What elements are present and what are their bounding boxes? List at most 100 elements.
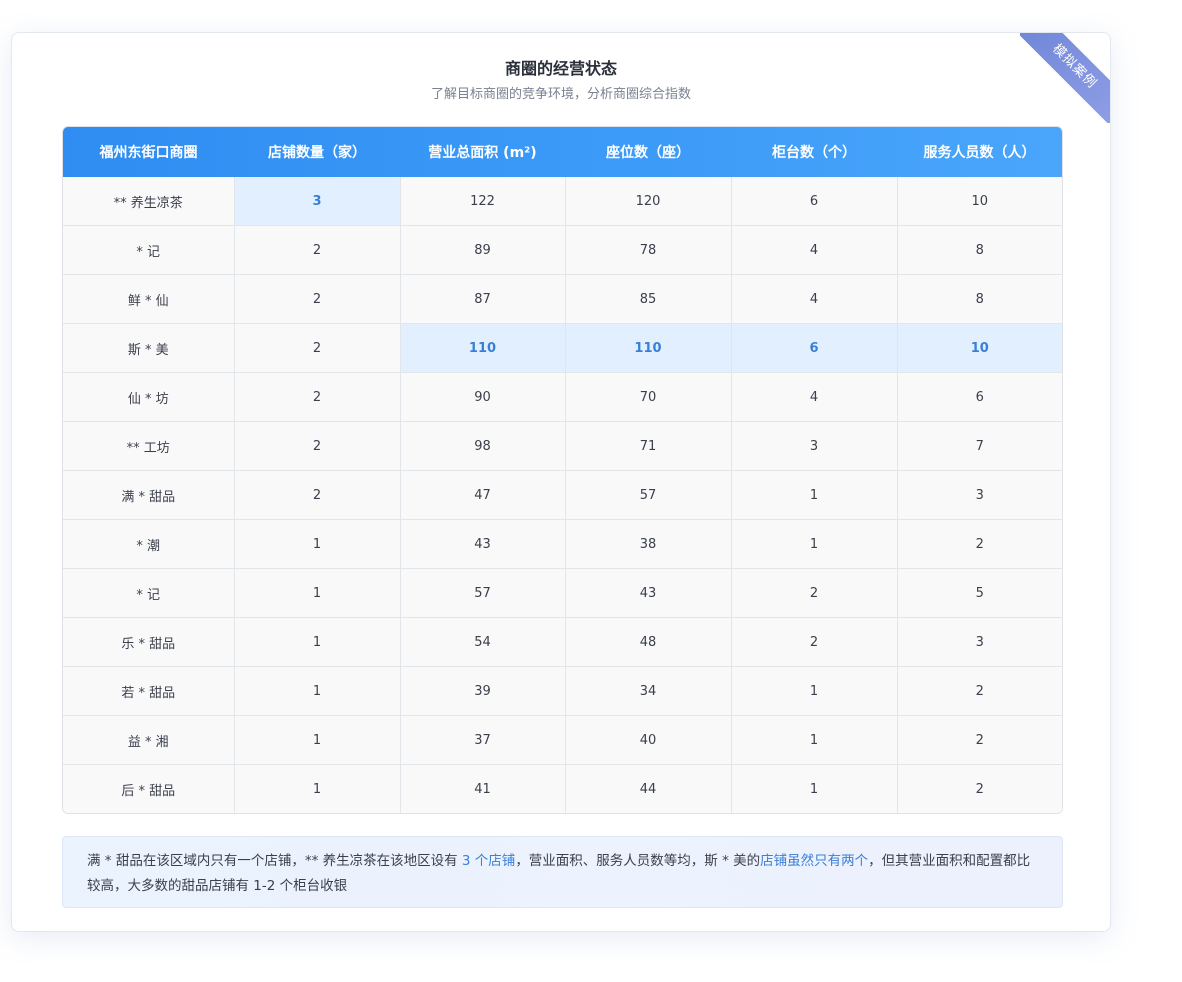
table-cell: 3 <box>234 177 401 226</box>
table-row: 若 * 甜品 1 39 34 1 2 <box>63 666 1062 716</box>
table-cell: 1 <box>731 764 898 813</box>
table-cell: 6 <box>731 177 898 226</box>
table-cell: 2 <box>731 568 898 618</box>
table-cell: 40 <box>565 715 732 765</box>
table-cell: 43 <box>565 568 732 618</box>
table-cell: 2 <box>234 323 401 373</box>
note-text: ，营业面积、服务人员数等均，斯 * 美的 <box>515 853 761 869</box>
table-row: 鲜 * 仙 2 87 85 4 8 <box>63 274 1062 324</box>
table-cell: ** 养生凉茶 <box>63 177 235 226</box>
table-cell: 1 <box>731 666 898 716</box>
table-cell: 2 <box>897 715 1062 765</box>
page-subtitle: 了解目标商圈的竞争环境，分析商圈综合指数 <box>430 87 691 102</box>
table-cell: 78 <box>565 225 732 275</box>
table-cell: * 潮 <box>63 519 235 569</box>
table-cell: 1 <box>234 568 401 618</box>
business-status-card: 模拟案例 商圈的经营状态 了解目标商圈的竞争环境，分析商圈综合指数 福州东街口商… <box>11 32 1111 932</box>
table-cell: 37 <box>400 715 566 765</box>
table-row: ** 养生凉茶 3 122 120 6 10 <box>63 177 1062 226</box>
table-row: 斯 * 美 2 110 110 6 10 <box>63 323 1062 373</box>
table-cell: 鲜 * 仙 <box>63 274 235 324</box>
table-cell: 54 <box>400 617 566 667</box>
table-cell: 85 <box>565 274 732 324</box>
table-cell: 6 <box>731 323 898 373</box>
table-row: 满 * 甜品 2 47 57 1 3 <box>63 470 1062 520</box>
table-row: * 潮 1 43 38 1 2 <box>63 519 1062 569</box>
page-title: 商圈的经营状态 <box>504 59 617 78</box>
table-cell: 1 <box>234 715 401 765</box>
table-cell: 10 <box>897 323 1062 373</box>
header-area: 营业总面积 (m²) <box>428 145 537 161</box>
table-cell: 2 <box>897 519 1062 569</box>
table-cell: 5 <box>897 568 1062 618</box>
summary-note: 满 * 甜品在该区域内只有一个店铺，** 养生凉茶在该地区设有 3 个店铺，营业… <box>62 836 1063 908</box>
header-counters: 柜台数（个） <box>772 145 856 161</box>
table-row: 益 * 湘 1 37 40 1 2 <box>63 715 1062 765</box>
table-cell: 满 * 甜品 <box>63 470 235 520</box>
table-cell: 70 <box>565 372 732 422</box>
table-row: 仙 * 坊 2 90 70 4 6 <box>63 372 1062 422</box>
table-cell: * 记 <box>63 568 235 618</box>
table-cell: 87 <box>400 274 566 324</box>
table-cell: ** 工坊 <box>63 421 235 471</box>
table-cell: 47 <box>400 470 566 520</box>
table-row: * 记 1 57 43 2 5 <box>63 568 1062 618</box>
note-highlight-store-count: 3 个店铺 <box>461 853 516 869</box>
table-cell: 41 <box>400 764 566 813</box>
business-table-container: 福州东街口商圈 店铺数量（家） 营业总面积 (m²) 座位数（座） 柜台数（个）… <box>62 126 1063 814</box>
table-cell: 7 <box>897 421 1062 471</box>
table-cell: 57 <box>565 470 732 520</box>
table-cell: 57 <box>400 568 566 618</box>
table-cell: 3 <box>731 421 898 471</box>
table-header-row: 福州东街口商圈 店铺数量（家） 营业总面积 (m²) 座位数（座） 柜台数（个）… <box>63 127 1062 177</box>
table-cell: 90 <box>400 372 566 422</box>
table-cell: 122 <box>400 177 566 226</box>
table-cell: 1 <box>234 519 401 569</box>
table-cell: 2 <box>897 764 1062 813</box>
table-cell: 44 <box>565 764 732 813</box>
table-row: ** 工坊 2 98 71 3 7 <box>63 421 1062 471</box>
note-text: 满 * 甜品在该区域内只有一个店铺，** 养生凉茶在该地区设有 <box>87 853 462 869</box>
table-cell: 1 <box>234 666 401 716</box>
table-cell: 2 <box>234 225 401 275</box>
table-cell: 71 <box>565 421 732 471</box>
table-cell: 34 <box>565 666 732 716</box>
table-cell: 8 <box>897 225 1062 275</box>
table-cell: 1 <box>731 470 898 520</box>
table-cell: 益 * 湘 <box>63 715 235 765</box>
table-cell: 48 <box>565 617 732 667</box>
table-cell: 110 <box>400 323 566 373</box>
table-cell: 120 <box>565 177 732 226</box>
table-cell: 2 <box>234 372 401 422</box>
table-cell: 3 <box>897 470 1062 520</box>
table-cell: 43 <box>400 519 566 569</box>
table-cell: 1 <box>234 764 401 813</box>
table-cell: 1 <box>731 519 898 569</box>
table-cell: 4 <box>731 225 898 275</box>
header-store-count: 店铺数量（家） <box>268 145 366 161</box>
header-staff: 服务人员数（人） <box>923 145 1036 161</box>
table-cell: 3 <box>897 617 1062 667</box>
table-cell: 10 <box>897 177 1062 226</box>
table-cell: 2 <box>731 617 898 667</box>
header-seats: 座位数（座） <box>606 145 690 161</box>
table-cell: 98 <box>400 421 566 471</box>
table-cell: 若 * 甜品 <box>63 666 235 716</box>
note-highlight-two-stores: 店铺虽然只有两个 <box>760 853 869 869</box>
table-cell: * 记 <box>63 225 235 275</box>
table-cell: 6 <box>897 372 1062 422</box>
table-row: 乐 * 甜品 1 54 48 2 3 <box>63 617 1062 667</box>
table-cell: 4 <box>731 372 898 422</box>
table-cell: 110 <box>565 323 732 373</box>
table-cell: 2 <box>234 421 401 471</box>
table-cell: 2 <box>897 666 1062 716</box>
table-cell: 1 <box>731 715 898 765</box>
table-cell: 39 <box>400 666 566 716</box>
table-cell: 乐 * 甜品 <box>63 617 235 667</box>
table-cell: 89 <box>400 225 566 275</box>
table-cell: 4 <box>731 274 898 324</box>
table-row: 后 * 甜品 1 41 44 1 2 <box>63 764 1062 813</box>
table-cell: 仙 * 坊 <box>63 372 235 422</box>
table-row: * 记 2 89 78 4 8 <box>63 225 1062 275</box>
table-cell: 2 <box>234 470 401 520</box>
